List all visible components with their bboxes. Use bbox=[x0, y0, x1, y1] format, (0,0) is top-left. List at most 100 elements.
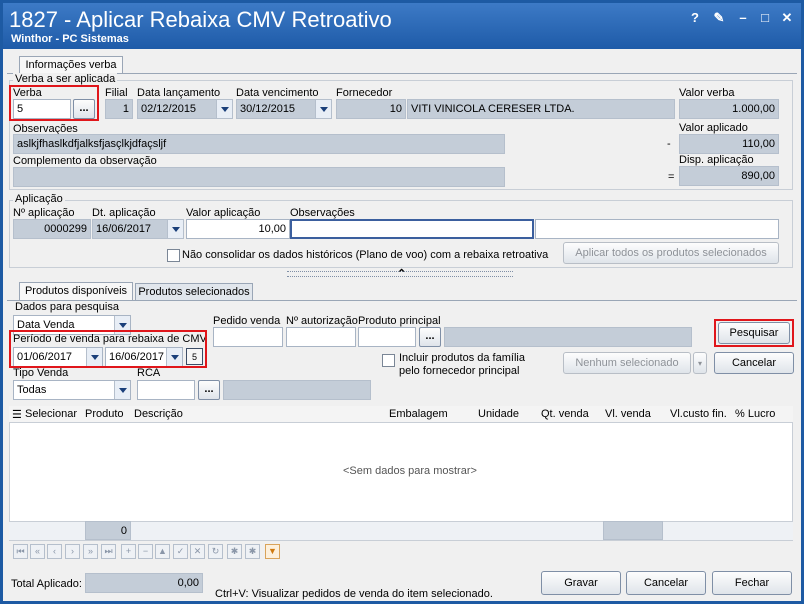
fornecedor-label: Fornecedor bbox=[336, 87, 393, 99]
produto-principal-label: Produto principal bbox=[358, 315, 441, 327]
produto-principal-input[interactable] bbox=[358, 327, 416, 347]
col-embalagem[interactable]: Embalagem bbox=[389, 408, 448, 420]
maximize-icon[interactable]: □ bbox=[757, 9, 773, 27]
aplicacao-observacoes-extra[interactable] bbox=[535, 219, 779, 239]
n-autorizacao-label: Nº autorização bbox=[286, 315, 358, 327]
tab-produtos-disponiveis[interactable]: Produtos disponíveis bbox=[19, 282, 133, 300]
incluir-label-line1: Incluir produtos da família bbox=[399, 352, 525, 364]
confirm-icon[interactable]: ✓ bbox=[173, 544, 188, 559]
close-icon[interactable]: ✕ bbox=[779, 9, 795, 27]
observacoes-field: aslkjfhaslkdfjalksfjasçlkjdfaçsljf bbox=[13, 134, 505, 154]
add-icon[interactable]: + bbox=[121, 544, 136, 559]
tipo-venda-label: Tipo Venda bbox=[13, 367, 69, 379]
edit-row-icon[interactable]: ▲ bbox=[155, 544, 170, 559]
chevron-up-icon[interactable]: ⌃ bbox=[397, 269, 406, 280]
gravar-button[interactable]: Gravar bbox=[541, 571, 621, 595]
bookmark-icon[interactable]: ✱ bbox=[227, 544, 242, 559]
n-autorizacao-input[interactable] bbox=[286, 327, 356, 347]
next-page-icon[interactable]: » bbox=[83, 544, 98, 559]
verba-section-legend: Verba a ser aplicada bbox=[13, 73, 118, 85]
help-icon[interactable]: ? bbox=[687, 9, 703, 27]
nao-consolidar-checkbox[interactable] bbox=[167, 249, 180, 262]
col-descricao[interactable]: Descrição bbox=[134, 408, 183, 420]
data-lancamento-field: 02/12/2015 bbox=[137, 99, 233, 119]
window-title: 1827 - Aplicar Rebaixa CMV Retroativo bbox=[9, 7, 392, 32]
valor-aplicacao-label: Valor aplicação bbox=[186, 207, 261, 219]
grid-empty-text: <Sem dados para mostrar> bbox=[343, 465, 477, 477]
cancelar-button[interactable]: Cancelar bbox=[626, 571, 706, 595]
complemento-label: Complemento da observação bbox=[13, 155, 157, 167]
valor-aplicado-field: 110,00 bbox=[679, 134, 779, 154]
data-vencimento-value: 30/12/2015 bbox=[240, 103, 296, 115]
pedido-venda-label: Pedido venda bbox=[213, 315, 281, 327]
last-page-icon[interactable]: ⏭ bbox=[101, 544, 116, 559]
n-aplicacao-label: Nº aplicação bbox=[13, 207, 75, 219]
chevron-down-icon bbox=[167, 220, 183, 238]
data-lancamento-label: Data lançamento bbox=[137, 87, 221, 99]
col-vl-custo-fin[interactable]: Vl.custo fin. bbox=[670, 408, 727, 420]
dt-aplicacao-value: 16/06/2017 bbox=[96, 223, 152, 235]
minimize-icon[interactable]: – bbox=[735, 9, 751, 27]
col-qt-venda[interactable]: Qt. venda bbox=[541, 408, 589, 420]
prev-icon[interactable]: ‹ bbox=[47, 544, 62, 559]
valor-verba-label: Valor verba bbox=[679, 87, 735, 99]
filter-icon[interactable]: ▼ bbox=[265, 544, 280, 559]
fornecedor-name: VITI VINICOLA CERESER LTDA. bbox=[407, 99, 675, 119]
cancelar-search-button[interactable]: Cancelar bbox=[714, 352, 794, 374]
tab-divider bbox=[7, 73, 797, 74]
chevron-down-icon bbox=[216, 100, 232, 118]
n-aplicacao-field: 0000299 bbox=[13, 219, 91, 239]
filial-label: Filial bbox=[105, 87, 128, 99]
col-selecionar[interactable]: Selecionar bbox=[25, 408, 77, 420]
nenhum-selecionado-button[interactable]: Nenhum selecionado bbox=[563, 352, 691, 374]
title-bar: 1827 - Aplicar Rebaixa CMV Retroativo Wi… bbox=[3, 3, 801, 49]
rca-browse-button[interactable]: ... bbox=[198, 380, 220, 400]
tab-informacoes-verba[interactable]: Informações verba bbox=[19, 56, 123, 74]
refresh-icon[interactable]: ↻ bbox=[208, 544, 223, 559]
valor-aplicacao-input[interactable]: 10,00 bbox=[186, 219, 290, 239]
incluir-familia-checkbox[interactable] bbox=[382, 354, 395, 367]
tipo-venda-value: Todas bbox=[17, 384, 47, 396]
grid-footer-total bbox=[603, 521, 663, 540]
pesquisar-highlight bbox=[714, 319, 794, 347]
chevron-down-icon bbox=[114, 381, 130, 399]
data-vencimento-field: 30/12/2015 bbox=[236, 99, 332, 119]
product-tab-divider bbox=[7, 300, 797, 301]
verba-highlight bbox=[9, 85, 99, 121]
fornecedor-code: 10 bbox=[336, 99, 406, 119]
edit-icon[interactable]: ✎ bbox=[711, 9, 727, 27]
valor-verba-field: 1.000,00 bbox=[679, 99, 779, 119]
aplicar-todos-button[interactable]: Aplicar todos os produtos selecionados bbox=[563, 242, 779, 264]
produto-name-field bbox=[444, 327, 692, 347]
total-aplicado-label: Total Aplicado: bbox=[11, 578, 82, 590]
cancel-edit-icon[interactable]: ✕ bbox=[190, 544, 205, 559]
grid-menu-icon[interactable]: ☰ bbox=[12, 408, 22, 421]
col-unidade[interactable]: Unidade bbox=[478, 408, 519, 420]
chevron-down-icon[interactable]: ▾ bbox=[693, 352, 707, 374]
dt-aplicacao-field: 16/06/2017 bbox=[92, 219, 184, 239]
app-window: 1827 - Aplicar Rebaixa CMV Retroativo Wi… bbox=[0, 0, 804, 604]
tipo-venda-select[interactable]: Todas bbox=[13, 380, 131, 400]
prev-page-icon[interactable]: « bbox=[30, 544, 45, 559]
aplicacao-legend: Aplicação bbox=[13, 193, 65, 205]
remove-icon[interactable]: − bbox=[138, 544, 153, 559]
pedido-venda-input[interactable] bbox=[213, 327, 283, 347]
aplicacao-observacoes-label: Observações bbox=[290, 207, 355, 219]
goto-bookmark-icon[interactable]: ✱ bbox=[245, 544, 260, 559]
produto-browse-button[interactable]: ... bbox=[419, 327, 441, 347]
data-vencimento-label: Data vencimento bbox=[236, 87, 319, 99]
equals-sign: = bbox=[668, 171, 675, 183]
aplicacao-observacoes-input[interactable] bbox=[290, 219, 534, 239]
col-produto[interactable]: Produto bbox=[85, 408, 124, 420]
col-lucro[interactable]: % Lucro bbox=[735, 408, 775, 420]
tab-produtos-selecionados[interactable]: Produtos selecionados bbox=[135, 283, 253, 301]
rca-name-field bbox=[223, 380, 371, 400]
first-page-icon[interactable]: ⏮ bbox=[13, 544, 28, 559]
next-icon[interactable]: › bbox=[65, 544, 80, 559]
col-vl-venda[interactable]: Vl. venda bbox=[605, 408, 651, 420]
disp-aplicacao-field: 890,00 bbox=[679, 166, 779, 186]
rca-input[interactable] bbox=[137, 380, 195, 400]
search-legend: Dados para pesquisa bbox=[15, 301, 119, 313]
fechar-button[interactable]: Fechar bbox=[712, 571, 792, 595]
dt-aplicacao-label: Dt. aplicação bbox=[92, 207, 156, 219]
